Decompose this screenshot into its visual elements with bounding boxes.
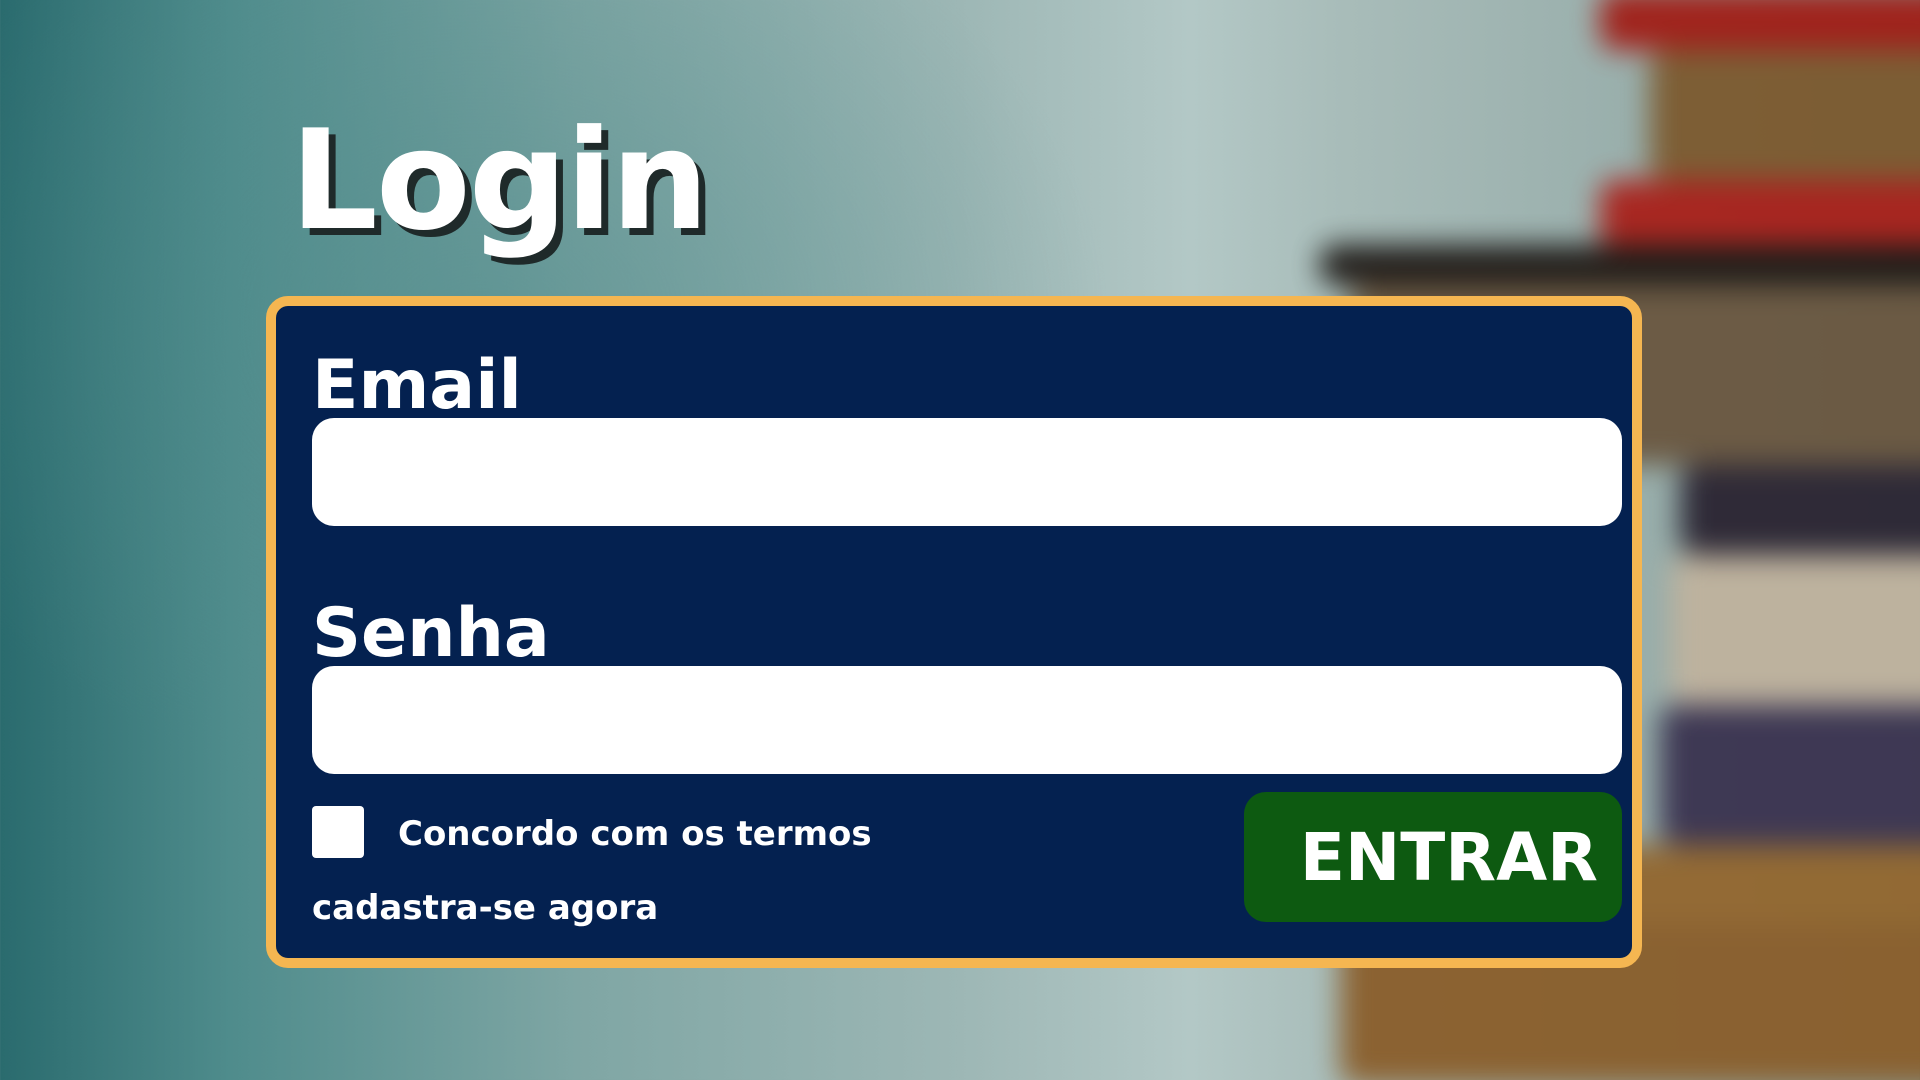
password-field[interactable]: [312, 666, 1622, 774]
login-form-card: Email Senha Concordo com os termos cadas…: [266, 296, 1642, 968]
page-title: Login: [290, 100, 709, 261]
password-label: Senha: [312, 594, 550, 673]
submit-button[interactable]: ENTRAR: [1244, 792, 1622, 922]
email-label: Email: [312, 346, 522, 425]
terms-label: Concordo com os termos: [398, 814, 872, 854]
book-spine: [1650, 50, 1920, 180]
book-spine: [1670, 555, 1920, 705]
book-spine: [1680, 465, 1920, 555]
signup-link[interactable]: cadastra-se agora: [312, 888, 658, 929]
email-field[interactable]: [312, 418, 1622, 526]
book-spine: [1320, 245, 1920, 285]
book-spine: [1660, 705, 1920, 845]
book-spine: [1600, 0, 1920, 50]
terms-checkbox[interactable]: [312, 806, 364, 858]
book-spine: [1600, 180, 1920, 250]
